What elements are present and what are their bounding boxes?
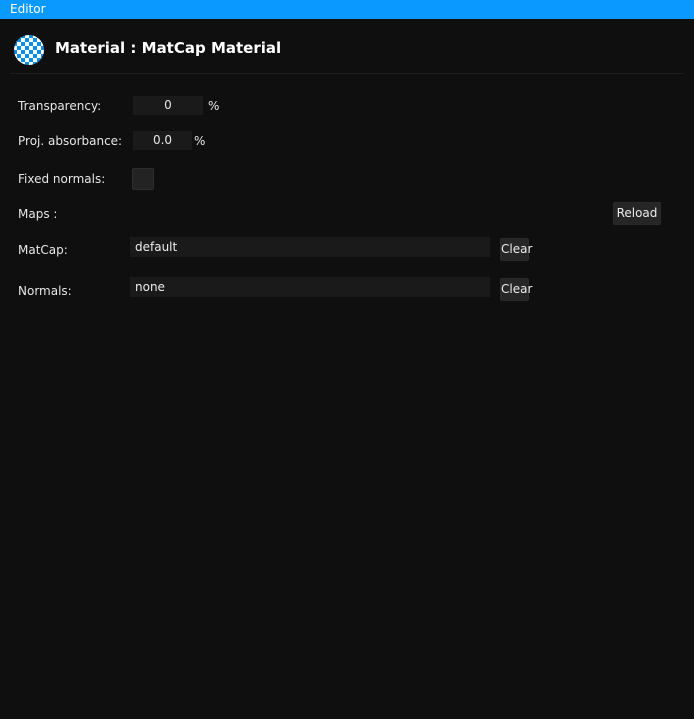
matcap-path-field[interactable]: default: [130, 237, 490, 257]
normals-path-field[interactable]: none: [130, 277, 490, 297]
proj-absorbance-input[interactable]: 0.0: [133, 131, 192, 150]
maps-label: Maps :: [18, 207, 58, 221]
normals-clear-button[interactable]: Clear: [500, 278, 532, 301]
window-titlebar: Editor: [0, 0, 694, 19]
page-title: Material : MatCap Material: [55, 39, 282, 57]
transparency-label: Transparency:: [18, 99, 102, 113]
checkerboard-material-icon: [14, 35, 44, 65]
proj-absorbance-unit: %: [194, 134, 206, 148]
transparency-unit: %: [208, 99, 220, 113]
fixed-normals-label: Fixed normals:: [18, 172, 106, 186]
fixed-normals-checkbox[interactable]: [132, 168, 154, 190]
proj-absorbance-label: Proj. absorbance:: [18, 134, 123, 148]
normals-label: Normals:: [18, 284, 72, 298]
reload-button[interactable]: Reload: [613, 202, 661, 225]
matcap-label: MatCap:: [18, 243, 68, 257]
transparency-input[interactable]: 0: [133, 96, 203, 115]
matcap-clear-button[interactable]: Clear: [500, 238, 532, 261]
window-title: Editor: [10, 2, 46, 16]
material-header: Material : MatCap Material: [0, 19, 694, 75]
header-divider: [10, 73, 684, 74]
